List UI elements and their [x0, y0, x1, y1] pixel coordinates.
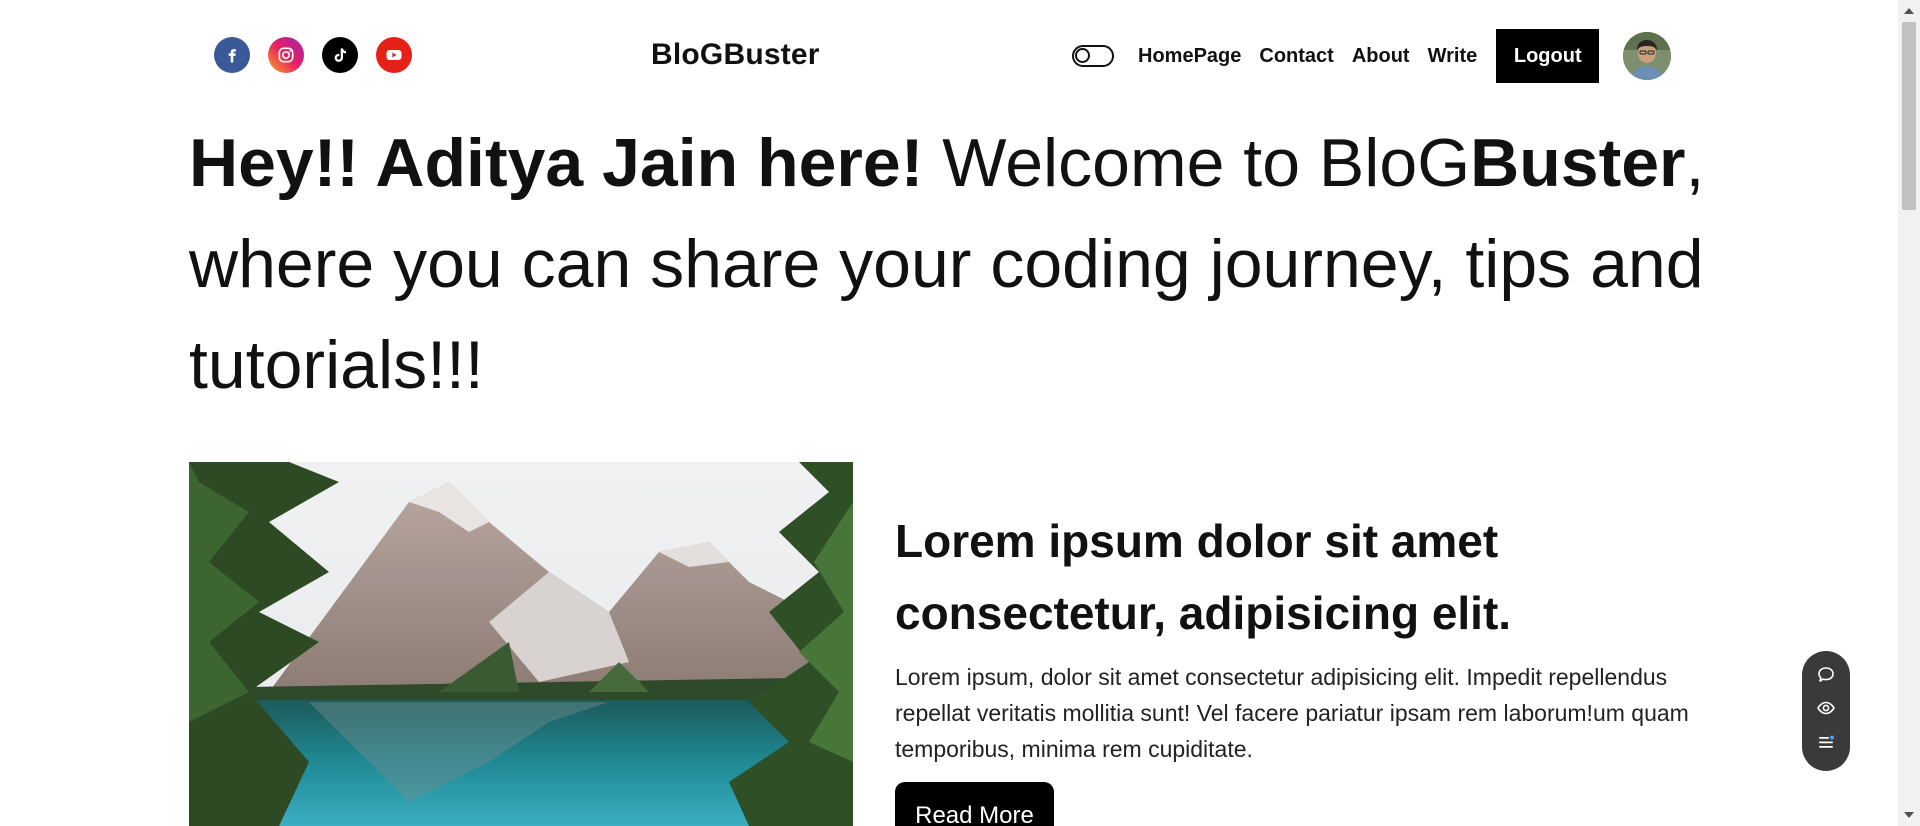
post-description: Lorem ipsum, dolor sit amet consectetur … — [895, 664, 1689, 762]
tiktok-icon[interactable] — [322, 37, 358, 73]
scroll-down-arrow-icon[interactable] — [1898, 808, 1920, 822]
facebook-icon[interactable] — [214, 37, 250, 73]
post-content: Lorem ipsum dolor sit amet consectetur, … — [895, 505, 1715, 826]
scroll-up-arrow-icon[interactable] — [1898, 4, 1920, 18]
avatar[interactable] — [1623, 32, 1672, 80]
post-title[interactable]: Lorem ipsum dolor sit amet consectetur, … — [895, 505, 1715, 649]
nav-link-write[interactable]: Write — [1428, 45, 1478, 68]
nav-menu: HomePage Contact About Write Logout — [1072, 29, 1672, 83]
hero-brand-plain: BloG — [1318, 125, 1471, 201]
social-links — [214, 37, 412, 73]
nav-link-homepage[interactable]: HomePage — [1138, 45, 1241, 68]
chat-icon[interactable] — [1816, 665, 1836, 690]
navbar: BloGBuster HomePage Contact About Write … — [0, 0, 1898, 110]
hero-brand-bold: Buster — [1470, 125, 1686, 201]
logout-button[interactable]: Logout — [1496, 29, 1600, 83]
nav-link-contact[interactable]: Contact — [1259, 45, 1333, 68]
hero-heading: Hey!! Aditya Jain here! Welcome to BloGB… — [189, 113, 1749, 416]
list-icon[interactable] — [1816, 732, 1836, 757]
post-image — [189, 462, 853, 826]
scrollbar-thumb[interactable] — [1902, 22, 1916, 210]
toggle-knob — [1075, 48, 1090, 63]
nav-link-about[interactable]: About — [1352, 45, 1410, 68]
scrollbar[interactable] — [1898, 0, 1920, 826]
eye-icon[interactable] — [1816, 698, 1836, 723]
instagram-icon[interactable] — [268, 37, 304, 73]
site-logo[interactable]: BloGBuster — [651, 38, 820, 72]
theme-toggle[interactable] — [1072, 45, 1114, 67]
floating-toolbar — [1802, 651, 1850, 771]
hero-welcome: Welcome to — [923, 125, 1319, 201]
hero-greeting: Hey!! Aditya Jain here! — [189, 125, 924, 201]
read-more-button[interactable]: Read More — [895, 782, 1054, 826]
youtube-icon[interactable] — [376, 37, 412, 73]
